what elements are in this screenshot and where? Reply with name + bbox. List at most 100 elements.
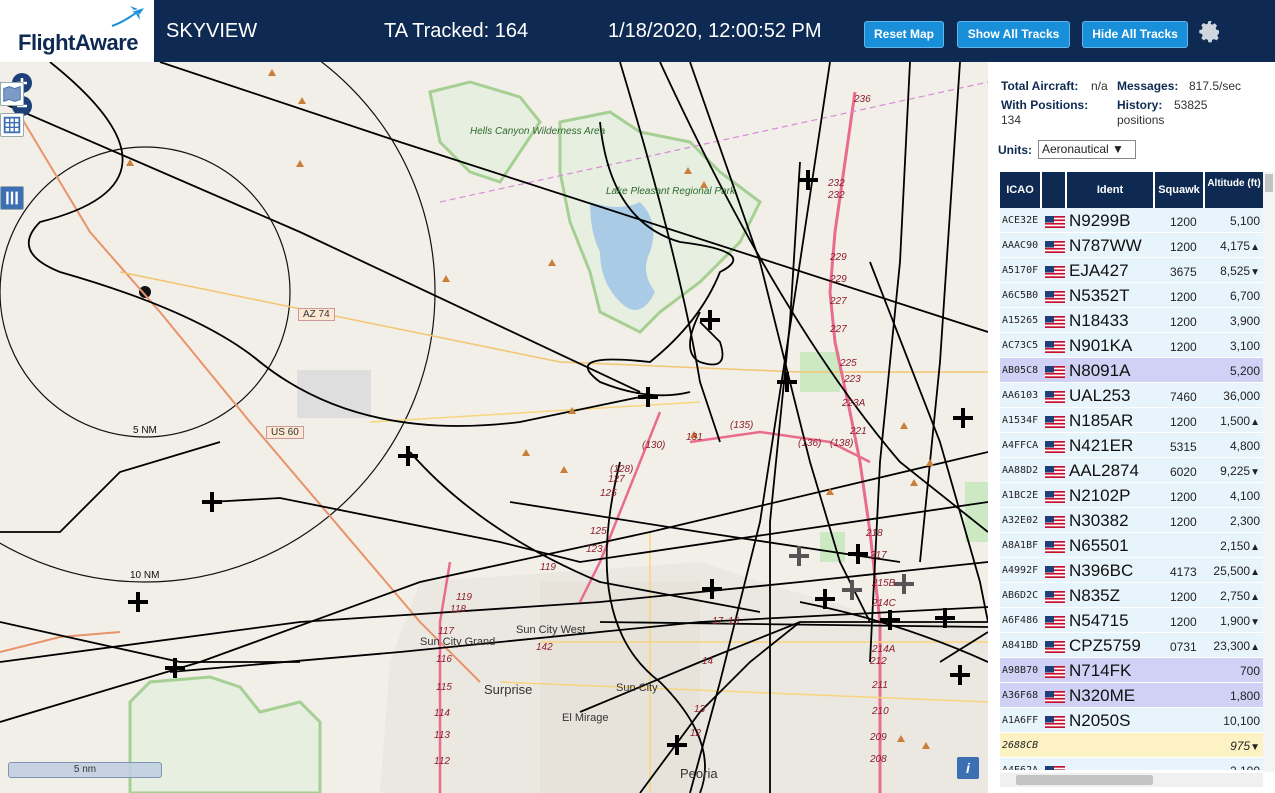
altitude-value: 6,700 [1229,289,1260,303]
icao-cell: 2688CB [1002,740,1039,751]
icao-cell: A8A1BF [1002,540,1039,551]
us-flag-icon [1045,365,1065,378]
road-marker: 119 [456,592,472,603]
squawk-cell: 6020 [1170,465,1197,479]
icao-cell: A4992F [1002,565,1039,576]
table-row[interactable]: ACE32E N9299B 1200 5,100 [1000,208,1263,233]
squawk-cell: 0731 [1170,640,1197,654]
road-marker: 212 [870,656,887,667]
table-row[interactable]: A6F486 N54715 1200 1,900▼ [1000,608,1263,633]
altitude-value: 5,100 [1229,214,1260,228]
map-layers-icon[interactable] [0,82,24,106]
ident-cell: N9299B [1069,211,1131,230]
table-row[interactable]: AB6D2C N835Z 1200 2,750▲ [1000,583,1263,608]
altitude-cell: 1,800 [1205,689,1260,703]
table-row[interactable]: A36F68 N320ME 1,800 [1000,683,1263,708]
table-row[interactable]: A1BC2E N2102P 1200 4,100 [1000,483,1263,508]
top-bar: FlightAware SKYVIEW TA Tracked: 164 1/18… [0,0,1275,62]
table-row[interactable]: 2688CB 975▼ [1000,733,1263,758]
squawk-cell: 1200 [1170,240,1197,254]
table-row[interactable]: A8A1BF N65501 2,150▲ [1000,533,1263,558]
table-row[interactable]: AA6103 UAL253 7460 36,000 [1000,383,1263,408]
table-row[interactable]: A98B70 N714FK 700 [1000,658,1263,683]
ident-cell: AAL2874 [1069,461,1139,480]
table-row[interactable]: AC73C5 N901KA 1200 3,100 [1000,333,1263,358]
grid-icon[interactable] [0,113,24,137]
us-flag-icon [1045,715,1065,728]
ident-cell: N18433 [1069,311,1129,330]
road-marker: 17 [712,616,724,627]
messages-value: 817.5/sec [1189,79,1242,93]
ring-10nm-label: 10 NM [130,570,160,581]
horizontal-scrollbar[interactable] [1000,773,1263,787]
units-select[interactable]: Aeronautical ▼ [1038,140,1136,159]
scrollbar-thumb[interactable] [1016,775,1153,785]
ident-cell: EJA427 [1069,261,1129,280]
table-row[interactable]: AAAC90 N787WW 1200 4,175▲ [1000,233,1263,258]
icao-column-header[interactable]: ICAO [1000,172,1042,208]
table-row[interactable]: A4E62A 2,100 [1000,758,1263,770]
map-view[interactable]: Hells Canyon Wilderness Area Lake Pleasa… [0,62,988,793]
columns-icon[interactable] [0,186,24,210]
reset-map-button[interactable]: Reset Map [864,21,944,48]
altitude-cell: 36,000 [1205,389,1260,403]
altitude-trend-icon: ▲ [1250,417,1260,428]
road-marker: 113 [434,730,450,741]
table-row[interactable]: A6C5B0 N5352T 1200 6,700 [1000,283,1263,308]
icao-cell: A1BC2E [1002,490,1039,501]
table-row[interactable]: A15265 N18433 1200 3,900 [1000,308,1263,333]
icao-cell: A98B70 [1002,665,1039,676]
altitude-cell: 9,225▼ [1205,464,1260,478]
altitude-value: 1,900 [1220,614,1251,628]
table-row[interactable]: A4FFCA N421ER 5315 4,800 [1000,433,1263,458]
table-row[interactable]: A841BD CPZ5759 0731 23,300▲ [1000,633,1263,658]
info-button[interactable]: i [957,757,979,779]
road-marker: 214C [872,598,896,609]
squawk-cell: 7460 [1170,390,1197,404]
table-row[interactable]: A1A6FF N2050S 10,100 [1000,708,1263,733]
history-unit: positions [1117,113,1165,127]
table-row[interactable]: A32E02 N30382 1200 2,300 [1000,508,1263,533]
gear-icon[interactable] [1198,20,1222,44]
icao-cell: AB05C8 [1002,365,1039,376]
table-row[interactable]: A4992F N396BC 4173 25,500▲ [1000,558,1263,583]
road-marker: 225 [840,358,857,369]
ident-column-header[interactable]: Ident [1067,172,1155,208]
table-row[interactable]: AA88D2 AAL2874 6020 9,225▼ [1000,458,1263,483]
scale-bar: 5 nm [8,762,162,778]
icao-cell: A6C5B0 [1002,290,1039,301]
ident-cell: N65501 [1069,536,1129,555]
sun-city-grand-label: Sun City Grand [420,636,496,648]
road-marker: 118 [450,604,466,615]
altitude-cell: 4,800 [1205,439,1260,453]
squawk-column-header[interactable]: Squawk [1155,172,1205,208]
altitude-cell: 700 [1205,664,1260,678]
altitude-column-header[interactable]: Altitude (ft) [1205,172,1263,208]
hide-all-tracks-button[interactable]: Hide All Tracks [1082,21,1188,48]
us-flag-icon [1045,215,1065,228]
table-row[interactable]: A5170F EJA427 3675 8,525▼ [1000,258,1263,283]
ident-cell: N185AR [1069,411,1134,430]
vertical-scrollbar[interactable] [1263,172,1275,772]
flightaware-logo[interactable]: FlightAware [0,0,157,62]
road-marker: 114 [434,708,450,719]
altitude-trend-icon: ▼ [1250,617,1260,628]
road-marker: 221 [850,426,867,437]
road-marker: 208 [870,754,887,765]
table-row[interactable]: AB05C8 N8091A 5,200 [1000,358,1263,383]
ident-cell: N2102P [1069,486,1131,505]
altitude-value: 700 [1239,664,1260,678]
show-all-tracks-button[interactable]: Show All Tracks [957,21,1070,48]
squawk-cell: 3675 [1170,265,1197,279]
altitude-cell: 1,500▲ [1205,414,1260,428]
icao-cell: A1534F [1002,415,1039,426]
scrollbar-thumb[interactable] [1265,174,1273,192]
road-marker: 232 [828,178,845,189]
squawk-cell: 1200 [1170,340,1197,354]
altitude-value: 8,525 [1220,264,1251,278]
road-marker: 229 [830,274,847,285]
altitude-trend-icon: ▲ [1250,642,1260,653]
ident-cell: N30382 [1069,511,1129,530]
table-row[interactable]: A1534F N185AR 1200 1,500▲ [1000,408,1263,433]
road-marker: 232 [828,190,845,201]
